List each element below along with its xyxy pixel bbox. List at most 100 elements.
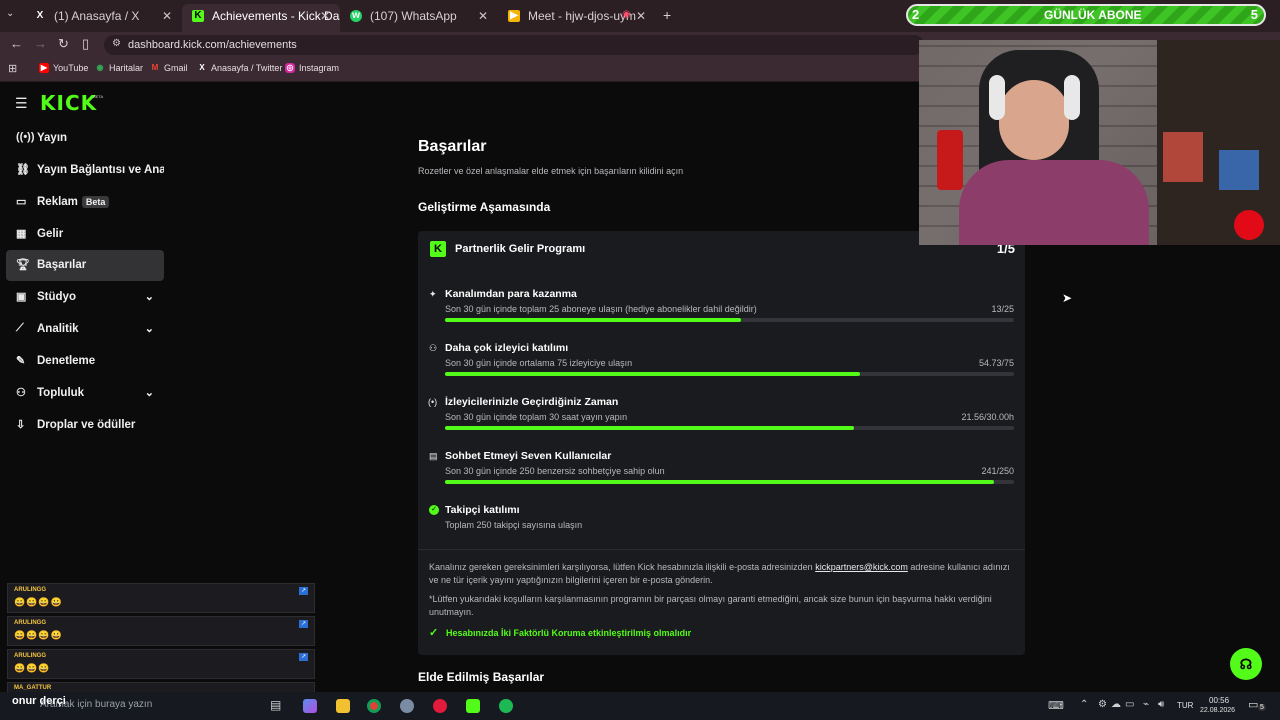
spotify-icon[interactable]	[499, 699, 513, 713]
page-subtitle: Rozetler ve özel anlaşmalar elde etmek i…	[418, 166, 684, 176]
url-input[interactable]: ⚙ dashboard.kick.com/achievements	[104, 35, 924, 55]
network-icon[interactable]: ⌁	[1143, 699, 1149, 710]
sidebar-item-label: Yayın	[37, 132, 68, 144]
chevron-down-icon: ⌄	[144, 291, 154, 303]
requirement-desc: Son 30 gün içinde 250 benzersiz sohbetçi…	[445, 466, 665, 476]
check-circle-icon: ✓	[429, 505, 439, 515]
apps-icon[interactable]: ⊞	[8, 62, 17, 75]
notification-icon[interactable]: ▭	[1248, 698, 1258, 711]
tab-whatsapp[interactable]: w (107) WhatsApp ✕	[340, 4, 498, 28]
streamer-name: onur derçi	[12, 695, 66, 707]
sidebar-item-reklam[interactable]: ▭ Reklam Beta	[6, 187, 164, 218]
sub-goal-overlay: 2 GÜNLÜK ABONE 5	[906, 4, 1266, 26]
close-icon[interactable]: ✕	[636, 9, 646, 23]
gmail-icon: M	[151, 63, 159, 72]
bookmark-youtube[interactable]: ▶ YouTube	[39, 63, 88, 73]
support-chat-button[interactable]: ☊	[1230, 648, 1262, 680]
sidebar-item-topluluk[interactable]: ⚇ Topluluk ⌄	[6, 378, 164, 409]
sidebar-item-analitik[interactable]: ⟋ Analitik ⌄	[6, 314, 164, 345]
headphones	[989, 75, 1005, 120]
sidebar-item-gelir[interactable]: ▦ Gelir	[6, 219, 164, 250]
language-indicator[interactable]: TUR	[1177, 701, 1193, 710]
sidebar-item-droplar[interactable]: ⇩ Droplar ve ödüller	[6, 410, 164, 441]
volume-icon[interactable]: 🔊︎	[1158, 699, 1164, 710]
shelf-item	[1163, 132, 1203, 182]
kick-icon: K	[430, 241, 446, 257]
sidebar-item-basarilar[interactable]: 🏆︎ Başarılar	[6, 250, 164, 281]
keyboard-icon[interactable]: ⌨	[1048, 699, 1064, 712]
close-icon[interactable]: ✕	[478, 9, 488, 23]
bookmark-label: Anasayfa / Twitter	[211, 63, 283, 73]
reload-icon[interactable]: ↻	[58, 36, 69, 52]
bookmark-twitter[interactable]: X Anasayfa / Twitter	[197, 63, 282, 73]
studio-icon: ▣	[16, 291, 27, 303]
bookmark-label: Instagram	[299, 63, 340, 73]
sidebar-item-yayin[interactable]: ((•)) Yayın	[6, 123, 164, 154]
chevron-down-icon: ⌄	[144, 323, 154, 335]
close-icon[interactable]: ✕	[162, 9, 172, 23]
requirement-desc: Son 30 gün içinde ortalama 75 izleyiciye…	[445, 358, 633, 368]
alert-item: ARULINGG 😀😀😀😀 ↗	[7, 583, 315, 613]
requirement-title: Sohbet Etmeyi Seven Kullanıcılar	[445, 450, 612, 462]
twofa-requirement: Hesabınızda İki Faktörlü Koruma etkinleş…	[446, 628, 692, 638]
sidebar-item-studyo[interactable]: ▣ Stüdyo ⌄	[6, 282, 164, 313]
tab-kick-dashboard[interactable]: K Achievements - Kick Dashboard ✕	[182, 4, 340, 32]
tray-icons[interactable]: ⚙☁▭	[1098, 699, 1138, 710]
requirement-title: Takipçi katılımı	[445, 504, 520, 516]
windows-taskbar: Aramak için buraya yazın onur derçi ▤ ⌨ …	[0, 692, 1280, 720]
x-icon: X	[199, 63, 205, 72]
requirement-desc: Toplam 250 takipçi sayısına ulaşın	[445, 520, 583, 530]
clock-date[interactable]: 22.08.2026	[1200, 707, 1235, 714]
tab-x[interactable]: X (1) Anasayfa / X ✕	[24, 4, 182, 28]
divider	[418, 549, 1025, 550]
clock-time[interactable]: 00:56	[1209, 696, 1229, 705]
sub-goal-count: 2	[912, 7, 920, 22]
sidebar-item-label: Stüdyo	[37, 291, 76, 303]
sidebar-item-label: Analitik	[37, 323, 79, 335]
bookmark-gmail[interactable]: M Gmail	[150, 63, 188, 73]
progress-fill	[445, 318, 741, 322]
x-icon: X	[36, 10, 44, 21]
partner-note: Kanalınız gereken gereksinimleri karşılı…	[429, 561, 1014, 587]
new-tab-button[interactable]: +	[663, 7, 671, 23]
alert-user: ARULINGG	[14, 620, 46, 626]
file-explorer-icon[interactable]	[336, 699, 350, 713]
task-view-icon[interactable]: ▤	[270, 698, 281, 712]
bookmark-label: YouTube	[53, 63, 89, 73]
bookmark-maps[interactable]: ◉ Haritalar	[95, 63, 144, 73]
tab-title: (1) Anasayfa / X	[54, 9, 140, 23]
notification-count: 5	[1258, 704, 1266, 711]
bookmark-label: Haritalar	[109, 63, 144, 73]
forward-icon[interactable]: →	[34, 36, 47, 51]
tab-search-icon[interactable]: ⌄	[6, 8, 14, 19]
tab-meet[interactable]: ▶ Meet - hjw-djos-uym ◉ ✕	[498, 4, 656, 28]
bookmark-instagram[interactable]: ◎ Instagram	[285, 63, 339, 73]
requirement-progress-bar	[445, 426, 1014, 430]
close-icon[interactable]: ✕	[320, 9, 330, 23]
section-in-progress-title: Geliştirme Aşamasında	[418, 200, 551, 214]
kick-icon[interactable]	[466, 699, 480, 713]
menu-icon[interactable]: ☰	[15, 95, 28, 112]
site-info-icon[interactable]: ⚙	[112, 38, 121, 49]
requirement-title: İzleyicilerinizle Geçirdiğiniz Zaman	[445, 396, 619, 408]
requirement-progress-bar	[445, 372, 1014, 376]
copilot-icon[interactable]	[303, 699, 317, 713]
back-icon[interactable]: ←	[10, 36, 23, 51]
instagram-icon: ◎	[285, 63, 295, 73]
beta-badge: Beta	[81, 196, 110, 208]
kick-logo[interactable]: KICK	[40, 91, 97, 115]
headphones	[1064, 75, 1080, 120]
app-icon[interactable]	[400, 699, 414, 713]
chrome-icon[interactable]	[367, 699, 381, 713]
sidebar-item-denetleme[interactable]: ✎ Denetleme	[6, 346, 164, 377]
ad-icon: ▭	[16, 196, 27, 208]
tray-chevron-icon[interactable]: ⌃	[1080, 699, 1088, 710]
sidebar-item-stream-key[interactable]: ⛓ Yayın Bağlantısı ve Anahtarı	[6, 155, 164, 186]
sidepanel-icon[interactable]: ▯	[82, 36, 89, 52]
partner-email-link[interactable]: kickpartners@kick.com	[815, 562, 908, 572]
link-icon: ⛓	[16, 164, 30, 176]
kick-icon: K	[192, 10, 204, 22]
drops-icon: ⇩	[16, 419, 26, 431]
obs-icon[interactable]	[433, 699, 447, 713]
sidebar-item-label: Gelir	[37, 228, 64, 240]
